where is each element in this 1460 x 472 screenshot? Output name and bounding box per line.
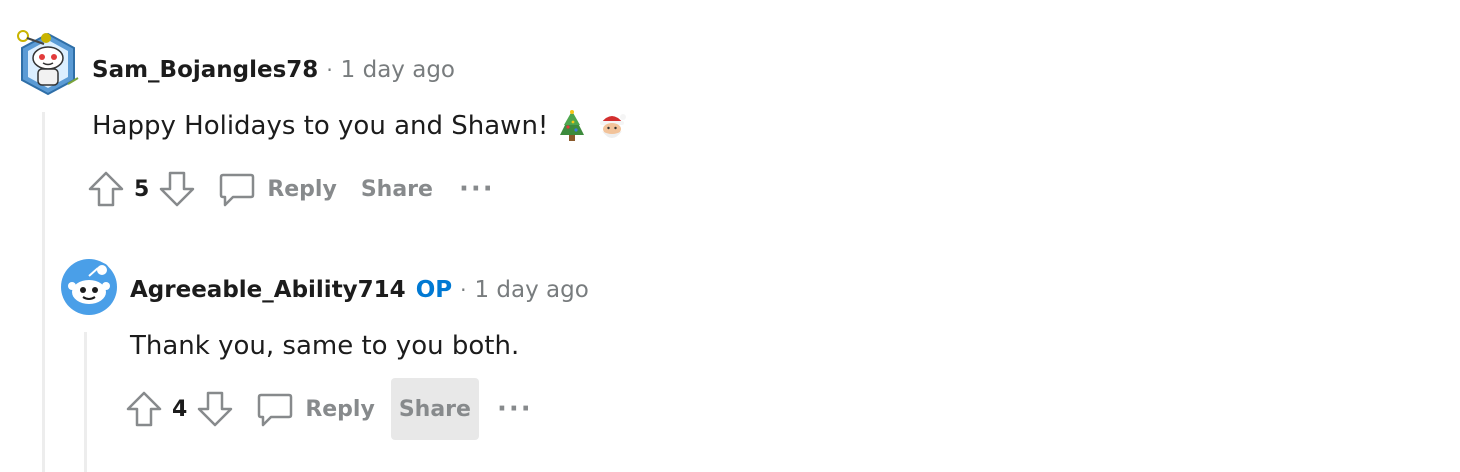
comment-actions: 4 Reply Share ··· xyxy=(124,378,543,440)
share-button[interactable]: Share xyxy=(390,378,479,440)
downvote-arrow-icon[interactable] xyxy=(195,389,235,429)
thread-line-level-2[interactable] xyxy=(84,332,87,472)
upvote-arrow-icon[interactable] xyxy=(86,169,126,209)
downvote-arrow-icon[interactable] xyxy=(157,169,197,209)
comment-body: Happy Holidays to you and Shawn! xyxy=(92,106,628,146)
upvote-arrow-icon[interactable] xyxy=(124,389,164,429)
author-username[interactable]: Sam_Bojangles78 xyxy=(92,57,318,83)
op-badge: OP xyxy=(415,277,453,303)
vote-score: 4 xyxy=(172,396,188,422)
avatar[interactable] xyxy=(16,24,80,98)
reply-label: Reply xyxy=(267,176,337,202)
comment-body: Thank you, same to you both. xyxy=(130,326,519,366)
share-label: Share xyxy=(398,396,471,422)
thread-line-level-1[interactable] xyxy=(42,112,45,472)
more-options-button[interactable]: ··· xyxy=(449,158,505,220)
reply-button[interactable]: Reply xyxy=(209,158,345,220)
author-username[interactable]: Agreeable_Ability714 xyxy=(130,277,406,303)
more-options-icon: ··· xyxy=(458,174,495,204)
comment-thread: Sam_Bojangles78 · 1 day ago Happy Holida… xyxy=(0,0,1460,472)
comment-timestamp[interactable]: 1 day ago xyxy=(341,57,455,83)
comment-bubble-icon xyxy=(217,169,257,209)
share-button[interactable]: Share xyxy=(353,158,441,220)
comment-bubble-icon xyxy=(255,389,295,429)
santa-emoji-icon xyxy=(596,109,628,143)
meta-separator: · xyxy=(326,58,333,82)
avatar[interactable] xyxy=(60,258,118,316)
snoo-avatar-icon xyxy=(17,30,79,96)
comment-text: Happy Holidays to you and Shawn! xyxy=(92,111,549,141)
more-options-icon: ··· xyxy=(496,394,533,424)
more-options-button[interactable]: ··· xyxy=(487,378,543,440)
comment-timestamp[interactable]: 1 day ago xyxy=(474,277,588,303)
reply-button[interactable]: Reply xyxy=(247,378,383,440)
christmas-tree-emoji-icon xyxy=(556,109,588,143)
meta-separator: · xyxy=(460,278,467,302)
reply-label: Reply xyxy=(305,396,375,422)
comment-text: Thank you, same to you both. xyxy=(130,331,520,361)
comment-meta: Agreeable_Ability714 OP · 1 day ago xyxy=(130,272,589,308)
vote-score: 5 xyxy=(134,176,150,202)
comment-meta: Sam_Bojangles78 · 1 day ago xyxy=(92,52,455,88)
share-label: Share xyxy=(360,176,433,202)
snoo-avatar-icon xyxy=(61,259,117,315)
comment-actions: 5 Reply Share ··· xyxy=(86,158,505,220)
